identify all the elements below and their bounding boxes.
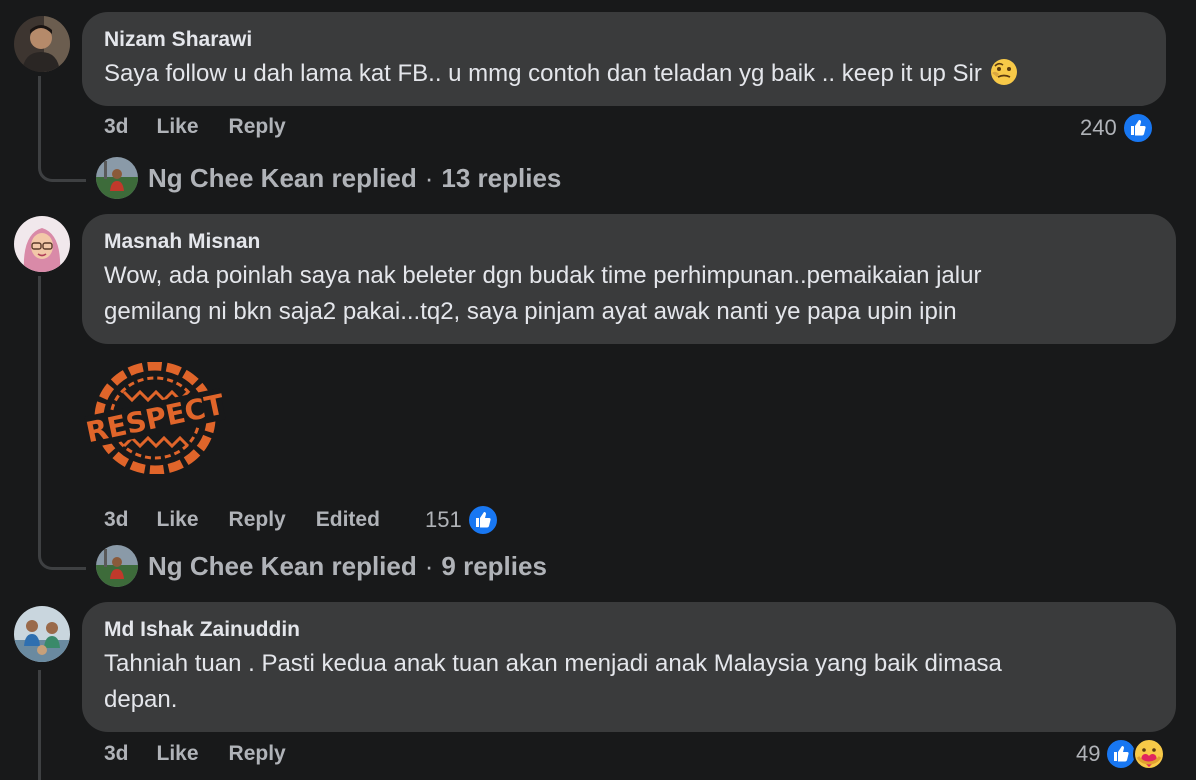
comment-text-line: depan. xyxy=(104,686,178,713)
comment-text-line: Wow, ada poinlah saya nak beleter dgn bu… xyxy=(104,262,982,289)
comment-timestamp[interactable]: 3d xyxy=(104,742,129,766)
comment-text-line: gemilang ni bkn saja2 pakai...tq2, saya … xyxy=(104,298,957,325)
edited-label[interactable]: Edited xyxy=(316,508,380,532)
view-replies-link[interactable]: Ng Chee Kean replied · 9 replies xyxy=(96,544,547,588)
comment-text-line: Tahniah tuan . Pasti kedua anak tuan aka… xyxy=(104,650,1002,677)
avatar[interactable] xyxy=(14,216,70,272)
care-icon xyxy=(1132,737,1166,771)
comment-author[interactable]: Masnah Misnan xyxy=(104,228,1154,256)
comments-section: Nizam Sharawi Saya follow u dah lama kat… xyxy=(0,0,1196,780)
comment-actions: 3d Like Reply Edited xyxy=(104,505,416,535)
reply-count: 13 replies xyxy=(441,162,562,193)
like-icon xyxy=(1121,111,1155,145)
like-button[interactable]: Like xyxy=(157,742,199,766)
thread-connector xyxy=(38,670,41,780)
avatar xyxy=(96,545,138,587)
comment-actions: 3d Like Reply xyxy=(104,112,316,142)
separator-dot: · xyxy=(424,550,434,581)
comment-author[interactable]: Md Ishak Zainuddin xyxy=(104,616,1154,644)
comment-bubble: Masnah Misnan Wow, ada poinlah saya nak … xyxy=(82,214,1176,344)
comment-actions: 3d Like Reply xyxy=(104,739,316,769)
view-replies-link[interactable]: Ng Chee Kean replied · 13 replies xyxy=(96,156,561,200)
avatar[interactable] xyxy=(14,606,70,662)
avatar[interactable] xyxy=(14,16,70,72)
reaction-count: 240 xyxy=(1080,115,1117,140)
reaction-summary[interactable]: 49 xyxy=(1076,737,1166,771)
replier-name: Ng Chee Kean replied xyxy=(148,162,417,193)
reply-button[interactable]: Reply xyxy=(229,508,286,532)
reaction-count: 151 xyxy=(425,507,462,532)
reply-button[interactable]: Reply xyxy=(229,742,286,766)
replier-name: Ng Chee Kean replied xyxy=(148,550,417,581)
comment-text: Saya follow u dah lama kat FB.. u mmg co… xyxy=(104,56,1144,92)
avatar xyxy=(96,157,138,199)
thread-connector xyxy=(38,76,86,182)
reaction-summary[interactable]: 240 xyxy=(1080,111,1155,145)
comment-bubble: Md Ishak Zainuddin Tahniah tuan . Pasti … xyxy=(82,602,1176,732)
comment-bubble: Nizam Sharawi Saya follow u dah lama kat… xyxy=(82,12,1166,106)
face-with-hand-over-mouth-emoji-icon xyxy=(989,57,1019,87)
reply-count: 9 replies xyxy=(441,550,547,581)
reply-button[interactable]: Reply xyxy=(229,115,286,139)
comment-timestamp[interactable]: 3d xyxy=(104,115,129,139)
comment-timestamp[interactable]: 3d xyxy=(104,508,129,532)
separator-dot: · xyxy=(424,162,434,193)
reaction-count: 49 xyxy=(1076,741,1101,766)
reaction-summary[interactable]: 151 xyxy=(425,503,500,537)
thread-connector xyxy=(38,276,86,570)
respect-sticker[interactable]: RESPECT xyxy=(83,361,227,475)
like-button[interactable]: Like xyxy=(157,115,199,139)
like-button[interactable]: Like xyxy=(157,508,199,532)
like-icon xyxy=(466,503,500,537)
comment-author[interactable]: Nizam Sharawi xyxy=(104,26,1144,54)
